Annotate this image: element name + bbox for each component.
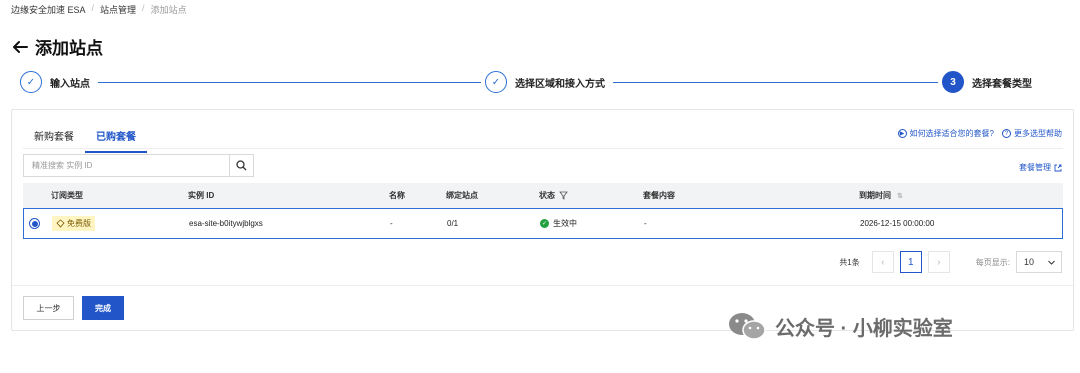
breadcrumb-root[interactable]: 边缘安全加速 ESA — [11, 3, 86, 16]
table-row[interactable]: 免费版 esa-site-b0itywjblgxs - 0/1 ✓ 生效中 - … — [23, 208, 1063, 239]
watermark-text: 公众号 · 小柳实验室 — [775, 317, 953, 340]
page-title: 添加站点 — [35, 39, 103, 58]
how-to-choose-label: 如何选择适合您的套餐? — [909, 129, 994, 138]
table-header: 订阅类型 实例 ID 名称 绑定站点 状态 套餐内容 到期时间 ⇅ — [23, 183, 1063, 208]
external-link-icon — [1054, 164, 1062, 171]
step-input-site: ✓ 输入站点 — [20, 71, 98, 93]
page-size-value: 10 — [1024, 257, 1035, 267]
col-expire-time[interactable]: 到期时间 ⇅ — [859, 190, 903, 201]
prev-step-button[interactable]: 上一步 — [23, 296, 74, 320]
plan-card: 新购套餐 已购套餐 ▶ 如何选择适合您的套餐? ? 更多选型帮助 套餐管理 订阅… — [11, 109, 1074, 331]
stepper: ✓ 输入站点 ✓ 选择区域和接入方式 3 选择套餐类型 — [20, 71, 1040, 95]
next-page-button[interactable]: › — [927, 251, 950, 273]
page-size-label: 每页显示: — [975, 257, 1010, 267]
step-region-access: ✓ 选择区域和接入方式 — [481, 71, 613, 93]
prev-page-button[interactable]: ‹ — [871, 251, 894, 273]
step-number: 3 — [942, 71, 964, 93]
col-expire-time-label: 到期时间 — [859, 191, 891, 200]
back-arrow-icon[interactable] — [11, 38, 29, 56]
breadcrumb-site-management[interactable]: 站点管理 — [100, 3, 136, 16]
plan-management-link[interactable]: 套餐管理 — [1019, 162, 1062, 173]
more-help-link[interactable]: ? 更多选型帮助 — [1002, 128, 1062, 139]
plan-content: - — [644, 219, 647, 228]
question-icon: ? — [1002, 129, 1011, 138]
instance-name: - — [390, 219, 393, 228]
title-row: 添加站点 — [11, 34, 103, 59]
free-plan-badge: 免费版 — [52, 216, 95, 231]
breadcrumb-current: 添加站点 — [150, 5, 187, 15]
wechat-icon — [729, 313, 766, 340]
filter-icon[interactable] — [559, 191, 568, 200]
bound-sites: 0/1 — [447, 219, 459, 228]
breadcrumb-separator: / — [91, 3, 95, 13]
search-input[interactable] — [24, 155, 229, 176]
pagination: 共1条 ‹ 1 › 每页显示: 10 — [839, 251, 1062, 273]
page-1-button[interactable]: 1 — [899, 251, 922, 273]
step-label: 选择区域和接入方式 — [515, 78, 605, 90]
col-status[interactable]: 状态 — [539, 190, 568, 201]
how-to-choose-link[interactable]: ▶ 如何选择适合您的套餐? — [897, 128, 994, 139]
search-box — [23, 154, 254, 177]
total-count: 共1条 — [839, 257, 860, 267]
instance-id: esa-site-b0itywjblgxs — [189, 219, 263, 228]
col-status-label: 状态 — [539, 191, 555, 200]
search-button[interactable] — [229, 155, 253, 176]
play-icon: ▶ — [897, 129, 907, 138]
check-icon: ✓ — [20, 71, 42, 93]
check-circle-icon: ✓ — [540, 219, 549, 228]
step-connector — [600, 82, 940, 83]
chevron-down-icon — [1048, 260, 1055, 265]
more-help-label: 更多选型帮助 — [1014, 129, 1062, 138]
help-links: ▶ 如何选择适合您的套餐? ? 更多选型帮助 — [897, 128, 1062, 139]
breadcrumb: 边缘安全加速 ESA / 站点管理 / 添加站点 — [11, 3, 187, 16]
plan-type: 免费版 — [67, 219, 91, 228]
col-instance-id: 实例 ID — [188, 191, 215, 200]
step-plan-type: 3 选择套餐类型 — [938, 71, 1040, 93]
page-size-select[interactable]: 10 — [1016, 251, 1062, 273]
watermark: 公众号 · 小柳实验室 — [727, 311, 953, 341]
instance-table: 订阅类型 实例 ID 名称 绑定站点 状态 套餐内容 到期时间 ⇅ 免费版 es… — [23, 183, 1063, 239]
tabs-divider — [23, 148, 1063, 149]
col-plan-content: 套餐内容 — [643, 191, 675, 200]
step-connector — [90, 82, 482, 83]
status-label: 生效中 — [553, 219, 577, 228]
check-icon: ✓ — [485, 71, 507, 93]
col-subscription-type: 订阅类型 — [51, 191, 83, 200]
col-name: 名称 — [389, 191, 405, 200]
breadcrumb-separator: / — [142, 3, 145, 13]
step-label: 选择套餐类型 — [972, 78, 1032, 90]
finish-button[interactable]: 完成 — [82, 296, 124, 320]
radio-selected-icon — [29, 218, 40, 229]
expire-time: 2026-12-15 00:00:00 — [860, 219, 935, 228]
search-icon — [236, 160, 247, 171]
col-bound-site: 绑定站点 — [446, 191, 478, 200]
diamond-icon — [56, 219, 65, 228]
status: ✓ 生效中 — [540, 218, 577, 229]
footer-divider — [12, 285, 1073, 286]
step-label: 输入站点 — [50, 78, 90, 90]
plan-management-label: 套餐管理 — [1019, 163, 1051, 172]
row-radio[interactable] — [29, 218, 40, 229]
sort-icon[interactable]: ⇅ — [897, 192, 903, 200]
